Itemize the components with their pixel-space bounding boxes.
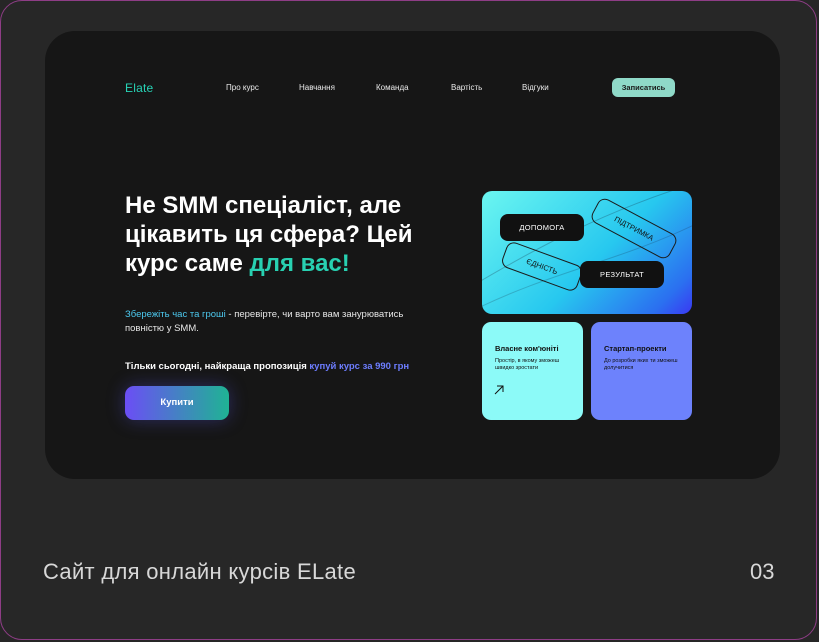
- hero-title: Не SMM спеціаліст, але цікавить ця сфера…: [125, 191, 455, 278]
- top-nav: Elate Про курс Навчання Команда Вартість…: [45, 31, 780, 141]
- card-community-text: Простір, в якому зможеш швидко зростати: [495, 358, 560, 371]
- card-community[interactable]: Власне ком'юніті Простір, в якому зможеш…: [482, 322, 583, 420]
- logo[interactable]: Elate: [125, 81, 153, 95]
- card-startups-text: До розробки яких ти зможеш долучитися: [604, 358, 678, 371]
- nav-item-price[interactable]: Вартість: [451, 83, 482, 92]
- offer-text: Тільки сьогодні, найкраща пропозиція куп…: [125, 361, 455, 372]
- card-startups-title: Стартап-проекти: [604, 344, 667, 353]
- nav-item-learning[interactable]: Навчання: [299, 83, 335, 92]
- feature-card-main: ДОПОМОГА ПІДТРИМКА ЄДНІСТЬ РЕЗУЛЬТАТ: [482, 191, 692, 314]
- signup-button[interactable]: Записатись: [612, 78, 675, 97]
- card-community-title: Власне ком'юніті: [495, 344, 559, 353]
- desc-accent: Збережіть час та гроші: [125, 309, 226, 320]
- offer-main: Тільки сьогодні, найкраща пропозиція: [125, 361, 310, 372]
- pill-help: ДОПОМОГА: [500, 214, 584, 241]
- nav-item-about[interactable]: Про курс: [226, 83, 259, 92]
- hero-description: Збережіть час та гроші - перевірте, чи в…: [125, 308, 445, 336]
- project-caption: Сайт для онлайн курсів ELate: [43, 559, 356, 584]
- project-number: 03: [750, 559, 775, 584]
- presentation-frame: Elate Про курс Навчання Команда Вартість…: [0, 0, 817, 640]
- arrow-up-right-icon[interactable]: [494, 385, 504, 395]
- nav-item-team[interactable]: Команда: [376, 83, 409, 92]
- website-preview: Elate Про курс Навчання Команда Вартість…: [45, 31, 780, 479]
- hero-title-accent: для вас!: [249, 250, 350, 277]
- pill-result: РЕЗУЛЬТАТ: [580, 261, 664, 288]
- offer-accent: купуй курс за 990 грн: [309, 361, 410, 372]
- buy-button[interactable]: Купити: [125, 386, 229, 420]
- card-startups[interactable]: Стартап-проекти До розробки яких ти змож…: [591, 322, 692, 420]
- nav-item-reviews[interactable]: Відгуки: [522, 83, 549, 92]
